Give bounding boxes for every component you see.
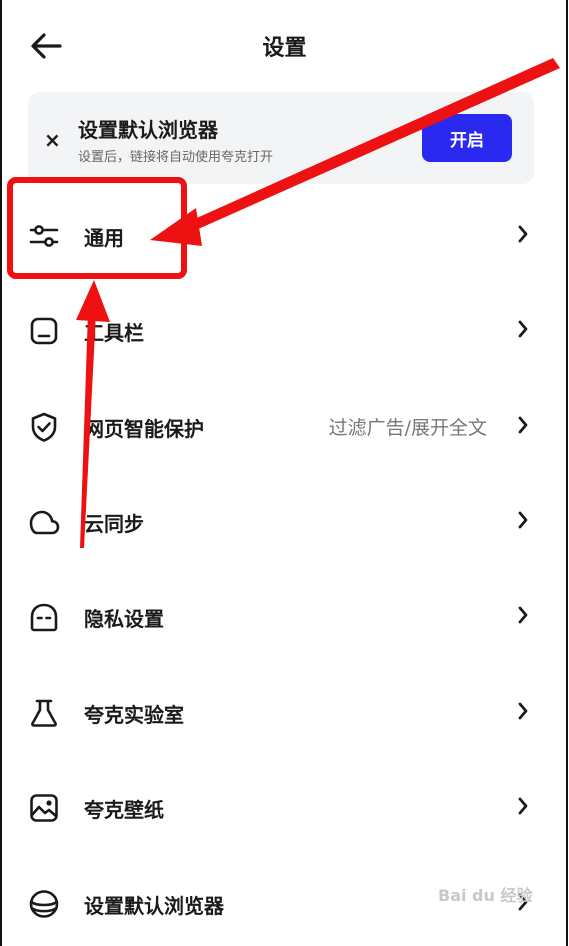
toolbar-icon — [30, 317, 58, 345]
setting-item-web-protection[interactable]: 网页智能保护 过滤广告/展开全文 — [0, 391, 569, 461]
setting-item-value: 过滤广告/展开全文 — [328, 417, 487, 439]
chevron-right-icon — [518, 416, 528, 434]
setting-item-label: 云同步 — [84, 512, 144, 536]
setting-item-label: 设置默认浏览器 — [84, 894, 224, 918]
privacy-face-icon — [30, 603, 58, 632]
cloud-icon — [29, 510, 60, 535]
setting-item-label: 工具栏 — [84, 321, 144, 345]
watermark: Bai du 经验 — [438, 886, 533, 905]
shield-check-icon — [31, 412, 57, 442]
setting-item-label: 网页智能保护 — [84, 417, 204, 441]
chevron-right-icon — [518, 702, 528, 720]
default-browser-banner: × 设置默认浏览器 设置后，链接将自动使用夸克打开 开启 — [28, 92, 534, 184]
page-header: 设置 — [0, 0, 569, 90]
setting-item-general[interactable]: 通用 — [0, 200, 569, 270]
chevron-right-icon — [518, 320, 528, 338]
setting-item-label: 隐私设置 — [84, 607, 164, 631]
chevron-right-icon — [518, 606, 528, 624]
database-icon — [29, 890, 59, 918]
banner-subtitle: 设置后，链接将自动使用夸克打开 — [78, 150, 274, 165]
setting-item-label: 通用 — [84, 226, 124, 250]
flask-icon — [31, 699, 57, 727]
setting-item-label: 夸克实验室 — [84, 703, 184, 727]
sliders-icon — [29, 225, 59, 247]
enable-button[interactable]: 开启 — [422, 114, 512, 162]
page-title: 设置 — [262, 36, 307, 61]
setting-item-privacy[interactable]: 隐私设置 — [0, 581, 569, 651]
setting-item-label: 夸克壁纸 — [84, 798, 164, 822]
banner-title: 设置默认浏览器 — [78, 118, 218, 142]
setting-item-wallpaper[interactable]: 夸克壁纸 — [0, 772, 569, 842]
chevron-right-icon — [518, 225, 528, 243]
close-icon[interactable]: × — [44, 128, 61, 152]
setting-item-toolbar[interactable]: 工具栏 — [0, 295, 569, 365]
wallpaper-icon — [30, 794, 58, 822]
chevron-right-icon — [518, 797, 528, 815]
setting-item-cloud-sync[interactable]: 云同步 — [0, 486, 569, 556]
setting-item-lab[interactable]: 夸克实验室 — [0, 677, 569, 747]
chevron-right-icon — [518, 511, 528, 529]
